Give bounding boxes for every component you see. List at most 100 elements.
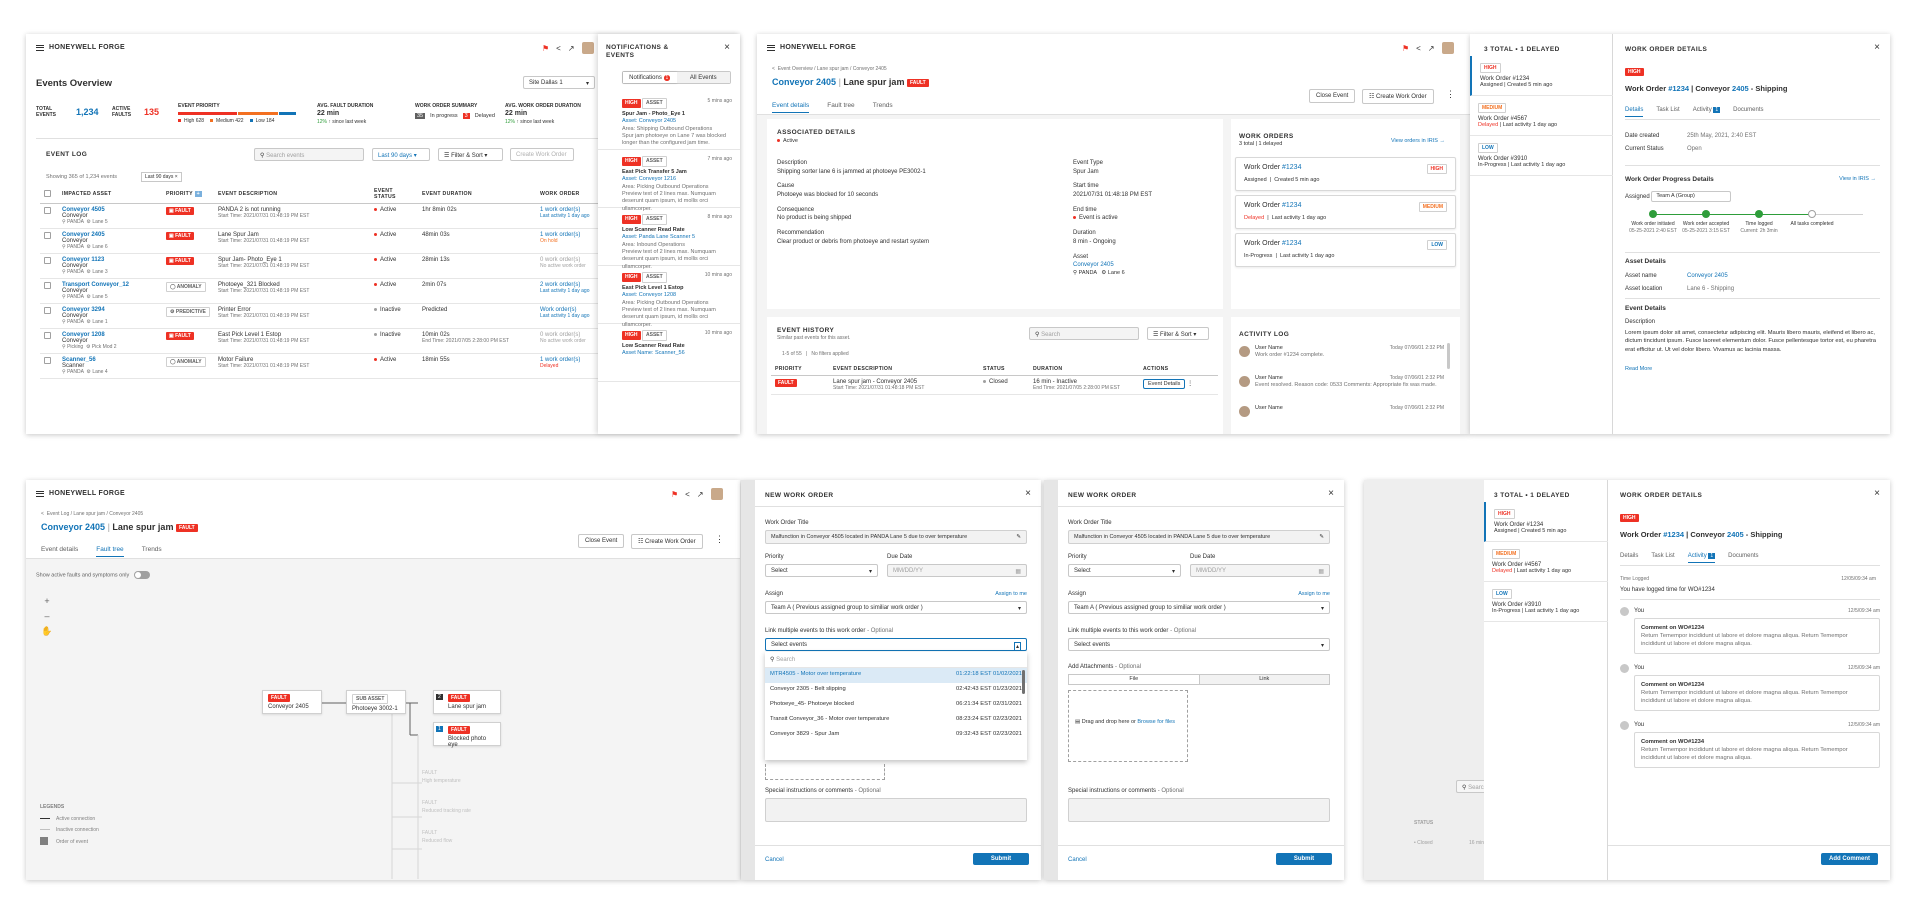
- bell-icon[interactable]: ⚑: [1402, 44, 1409, 53]
- browse-files-link[interactable]: Browse for files: [1137, 719, 1175, 725]
- avatar[interactable]: [1441, 42, 1454, 54]
- notification-asset-link[interactable]: Asset: Panda Lane Scanner 5: [622, 234, 732, 241]
- tab-all-events[interactable]: All Events: [676, 72, 730, 83]
- close-icon[interactable]: ×: [1874, 42, 1880, 53]
- row-checkbox[interactable]: [44, 307, 51, 314]
- expand-icon[interactable]: ↗: [568, 44, 575, 53]
- dropdown-option[interactable]: Conveyor 3829 - Spur Jam 09:32:43 EST 02/…: [765, 728, 1027, 743]
- col-priority[interactable]: PRIORITY +: [162, 185, 214, 204]
- row-checkbox[interactable]: [44, 282, 51, 289]
- range-select[interactable]: Last 90 days ▾: [372, 148, 430, 161]
- site-select[interactable]: Site Dallas 1 ▾: [523, 76, 595, 89]
- bell-icon[interactable]: ⚑: [542, 44, 549, 53]
- bell-icon[interactable]: ⚑: [671, 490, 678, 499]
- create-work-order-button[interactable]: ☷ Create Work Order: [1362, 89, 1434, 104]
- tab-trends[interactable]: Trends: [142, 546, 162, 557]
- filter-sort-button[interactable]: ☰ Filter & Sort ▾: [438, 148, 503, 161]
- menu-icon[interactable]: [36, 44, 44, 51]
- notification-item[interactable]: HIGH ASSET 10 mins ago East Pick Level 1 …: [598, 266, 740, 328]
- work-order-list-item[interactable]: LOW Work Order #3910 In-Progress | Last …: [1470, 136, 1613, 176]
- col-work-order[interactable]: WORK ORDER: [536, 185, 606, 204]
- notification-item[interactable]: HIGH ASSET 5 mins ago Spur Jam - Photo_Ey…: [598, 92, 740, 150]
- close-icon[interactable]: ×: [1025, 488, 1031, 499]
- cancel-button[interactable]: Cancel: [1068, 857, 1087, 863]
- due-date-input[interactable]: MM/DD/YY ▦: [887, 564, 1027, 577]
- due-date-input[interactable]: MM/DD/YY ▦: [1190, 564, 1330, 577]
- view-in-iris-link[interactable]: View in IRIS →: [1839, 176, 1876, 182]
- close-event-button[interactable]: Close Event: [1309, 89, 1356, 103]
- notification-item[interactable]: HIGH ASSET 7 mins ago East Pick Transfer …: [598, 150, 740, 212]
- assign-select[interactable]: Team A ( Previous assigned group to simi…: [765, 601, 1027, 614]
- dropdown-option[interactable]: MTR4505 - Motor over temperature 01:22:18…: [765, 668, 1027, 683]
- work-order-card[interactable]: Work Order #1234 LOW In-Progress | Last …: [1235, 233, 1456, 267]
- row-checkbox[interactable]: [44, 357, 51, 364]
- share-icon[interactable]: <: [1416, 44, 1421, 53]
- work-order-card[interactable]: Work Order #1234 HIGH Assigned | Created…: [1235, 157, 1456, 191]
- tab-fault-tree[interactable]: Fault tree: [96, 546, 124, 557]
- row-checkbox[interactable]: [44, 232, 51, 239]
- filter-chip[interactable]: Last 90 days ×: [141, 172, 182, 182]
- assign-to-me-link[interactable]: Assign to me: [1298, 591, 1330, 597]
- work-order-card[interactable]: Work Order #1234 MEDIUM Delayed | Last a…: [1235, 195, 1456, 229]
- close-event-button[interactable]: Close Event: [578, 534, 625, 548]
- tab-link[interactable]: Link: [1199, 675, 1329, 684]
- special-instructions-input[interactable]: [1068, 798, 1330, 822]
- table-row[interactable]: Scanner_56 Scanner ⚲ PANDA ⚙ Lane 4 ◯ AN…: [40, 353, 606, 379]
- tree-node-blocked-photo-eye[interactable]: 1 FAULT Blocked photo eye: [433, 722, 501, 748]
- menu-icon[interactable]: [36, 490, 44, 497]
- priority-select[interactable]: Select ▾: [1068, 564, 1181, 577]
- avatar[interactable]: [710, 488, 723, 500]
- more-icon[interactable]: ⋮: [1446, 89, 1455, 100]
- tree-node-conveyor[interactable]: FAULT Conveyor 2405: [262, 690, 322, 714]
- notification-asset-link[interactable]: Asset: Conveyor 1208: [622, 292, 732, 299]
- table-row[interactable]: Conveyor 1208 Conveyor ⚲ Picking ⚙ Pick …: [40, 328, 606, 354]
- row-checkbox[interactable]: [44, 257, 51, 264]
- tab-task-list[interactable]: Task List: [1651, 553, 1674, 563]
- work-order-list-item[interactable]: HIGH Work Order #1234 Assigned | Created…: [1484, 502, 1608, 542]
- tree-node-lane-spur-jam[interactable]: 2 FAULT Lane spur jam: [433, 690, 501, 714]
- dropdown-option[interactable]: Photoeye_45- Photoeye blocked 06:21:34 ES…: [765, 698, 1027, 713]
- tab-documents[interactable]: Documents: [1733, 107, 1763, 117]
- expand-icon[interactable]: ↗: [697, 490, 704, 499]
- table-row[interactable]: Conveyor 4505 Conveyor ⚲ PANDA ⚙ Lane 5 …: [40, 203, 606, 229]
- dropdown-search[interactable]: ⚲ Search: [765, 652, 1027, 668]
- dropdown-option[interactable]: Transit Conveyor_36 - Motor over tempera…: [765, 713, 1027, 728]
- col-description[interactable]: EVENT DESCRIPTION: [829, 363, 979, 376]
- notification-asset-link[interactable]: Asset: Conveyor 1216: [622, 176, 732, 183]
- tab-activity[interactable]: Activity 1: [1687, 553, 1716, 563]
- expand-icon[interactable]: ↗: [1428, 44, 1435, 53]
- event-details-button[interactable]: Event Details: [1143, 379, 1186, 389]
- work-order-list-item[interactable]: LOW Work Order #3910 In-Progress | Last …: [1484, 582, 1608, 622]
- create-work-order-button[interactable]: ☷ Create Work Order: [631, 534, 703, 549]
- work-order-title-input[interactable]: Malfunction in Conveyor 4505 located in …: [765, 530, 1027, 544]
- table-row[interactable]: Transport Conveyor_12 Conveyor ⚲ PANDA ⚙…: [40, 278, 606, 304]
- breadcrumb[interactable]: < Event Overview / Lane spur jam / Conve…: [772, 66, 887, 72]
- col-duration[interactable]: DURATION: [1029, 363, 1139, 376]
- col-duration[interactable]: EVENT DURATION: [418, 185, 536, 204]
- notification-asset-link[interactable]: Asset Name: Scanner_56: [622, 350, 732, 357]
- tab-task-list[interactable]: Task List: [1656, 107, 1679, 117]
- asset-link[interactable]: Conveyor 2405: [1073, 261, 1213, 270]
- scrollbar[interactable]: [1447, 343, 1450, 369]
- submit-button[interactable]: Submit: [1276, 853, 1332, 865]
- work-order-list-item[interactable]: HIGH Work Order #1234 Assigned | Created…: [1470, 56, 1613, 96]
- tab-fault-tree[interactable]: Fault tree: [827, 102, 854, 113]
- read-more-link[interactable]: Read More: [1625, 366, 1652, 372]
- work-order-title-input[interactable]: Malfunction in Conveyor 4505 located in …: [1068, 530, 1330, 544]
- notification-item[interactable]: HIGH ASSET 10 mins ago Low Scanner Read R…: [598, 324, 740, 382]
- create-work-order-button[interactable]: Create Work Order: [510, 148, 574, 161]
- col-asset[interactable]: IMPACTED ASSET: [58, 185, 162, 204]
- more-icon[interactable]: ⋮: [715, 534, 724, 545]
- work-order-list-item[interactable]: MEDIUM Work Order #4567 Delayed | Last a…: [1484, 542, 1608, 582]
- link-events-select[interactable]: Select events ▾: [1068, 638, 1330, 651]
- tab-details[interactable]: Details: [1625, 107, 1644, 117]
- col-status[interactable]: STATUS: [979, 363, 1029, 376]
- work-order-list-item[interactable]: MEDIUM Work Order #4567 Delayed | Last a…: [1470, 96, 1613, 136]
- history-search-input[interactable]: ⚲ Search: [1029, 327, 1139, 340]
- tab-notifications[interactable]: Notifications 1: [623, 72, 677, 83]
- special-instructions-input[interactable]: [765, 798, 1027, 822]
- row-checkbox[interactable]: [44, 207, 51, 214]
- share-icon[interactable]: <: [685, 490, 690, 499]
- dropdown-option[interactable]: Conveyor 2305 - Belt slipping 02:42:43 ES…: [765, 683, 1027, 698]
- assigned-select[interactable]: Team A (Group): [1651, 191, 1732, 202]
